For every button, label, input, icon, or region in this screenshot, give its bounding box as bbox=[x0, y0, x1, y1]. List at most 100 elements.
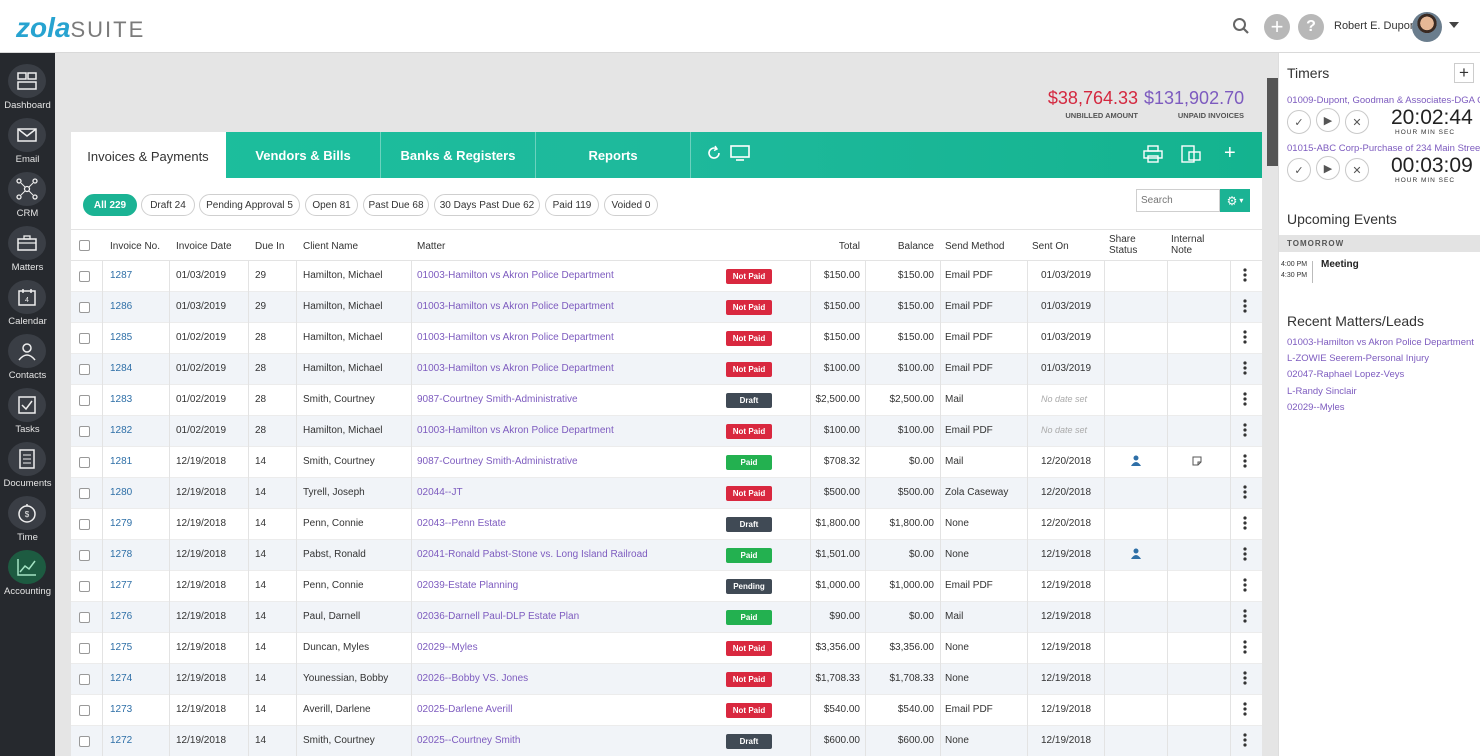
table-row[interactable]: 1285 01/02/2019 28 Hamilton, Michael 01003-H… bbox=[71, 323, 1262, 354]
matter-link[interactable]: 9087-Courtney Smith-Administrative bbox=[417, 394, 578, 405]
matter-link[interactable]: 02043--Penn Estate bbox=[417, 518, 506, 529]
invoice-number-link[interactable]: 1276 bbox=[110, 611, 132, 622]
invoice-number-link[interactable]: 1278 bbox=[110, 549, 132, 560]
matter-link[interactable]: 02041-Ronald Pabst-Stone vs. Long Island… bbox=[417, 549, 648, 560]
more-options-icon[interactable] bbox=[1243, 361, 1247, 375]
filter-pending-approval[interactable]: Pending Approval 5 bbox=[199, 194, 300, 216]
row-checkbox[interactable] bbox=[79, 271, 90, 282]
event-title[interactable]: Meeting bbox=[1321, 259, 1359, 270]
row-checkbox[interactable] bbox=[79, 426, 90, 437]
table-row[interactable]: 1273 12/19/2018 14 Averill, Darlene 02025-Da… bbox=[71, 695, 1262, 726]
note-icon[interactable] bbox=[1192, 456, 1202, 469]
table-row[interactable]: 1283 01/02/2019 28 Smith, Courtney 9087-Cour… bbox=[71, 385, 1262, 416]
table-row[interactable]: 1272 12/19/2018 14 Smith, Courtney 02025--Co… bbox=[71, 726, 1262, 756]
more-options-icon[interactable] bbox=[1243, 516, 1247, 530]
table-row[interactable]: 1276 12/19/2018 14 Paul, Darnell 02036-Darne… bbox=[71, 602, 1262, 633]
refresh-icon[interactable] bbox=[706, 145, 722, 165]
matter-link[interactable]: 01003-Hamilton vs Akron Police Departmen… bbox=[417, 363, 614, 374]
invoice-number-link[interactable]: 1274 bbox=[110, 673, 132, 684]
search-input[interactable] bbox=[1136, 189, 1220, 212]
sidebar-item-time[interactable]: $ Time bbox=[0, 490, 55, 544]
row-checkbox[interactable] bbox=[79, 395, 90, 406]
more-options-icon[interactable] bbox=[1243, 423, 1247, 437]
table-row[interactable]: 1287 01/03/2019 29 Hamilton, Michael 01003-H… bbox=[71, 261, 1262, 292]
search-icon[interactable] bbox=[1228, 13, 1254, 39]
help-icon[interactable]: ? bbox=[1298, 14, 1324, 40]
recent-matter-link[interactable]: 02029--Myles bbox=[1287, 402, 1345, 413]
sidebar-item-documents[interactable]: Documents bbox=[0, 436, 55, 490]
more-options-icon[interactable] bbox=[1243, 702, 1247, 716]
column-header-share-status[interactable]: Share Status bbox=[1109, 234, 1145, 256]
add-icon[interactable]: + bbox=[1264, 14, 1290, 40]
invoice-number-link[interactable]: 1284 bbox=[110, 363, 132, 374]
column-header-total[interactable]: Total bbox=[810, 241, 860, 252]
play-icon[interactable]: ▶ bbox=[1316, 108, 1340, 132]
column-header-due-in[interactable]: Due In bbox=[255, 241, 284, 252]
more-options-icon[interactable] bbox=[1243, 268, 1247, 282]
column-header-invoice-no[interactable]: Invoice No. bbox=[110, 241, 160, 252]
more-options-icon[interactable] bbox=[1243, 454, 1247, 468]
more-options-icon[interactable] bbox=[1243, 299, 1247, 313]
more-options-icon[interactable] bbox=[1243, 547, 1247, 561]
invoice-number-link[interactable]: 1285 bbox=[110, 332, 132, 343]
more-options-icon[interactable] bbox=[1243, 640, 1247, 654]
matter-link[interactable]: 02025--Courtney Smith bbox=[417, 735, 520, 746]
more-options-icon[interactable] bbox=[1243, 330, 1247, 344]
row-checkbox[interactable] bbox=[79, 364, 90, 375]
matter-link[interactable]: 02029--Myles bbox=[417, 642, 478, 653]
column-header-matter[interactable]: Matter bbox=[417, 241, 445, 252]
sidebar-item-contacts[interactable]: Contacts bbox=[0, 328, 55, 382]
invoice-number-link[interactable]: 1280 bbox=[110, 487, 132, 498]
column-header-invoice-date[interactable]: Invoice Date bbox=[176, 241, 232, 252]
matter-link[interactable]: 02044--JT bbox=[417, 487, 463, 498]
recent-matter-link[interactable]: 02047-Raphael Lopez-Veys bbox=[1287, 369, 1404, 380]
sidebar-item-calendar[interactable]: 4 Calendar bbox=[0, 274, 55, 328]
close-icon[interactable]: ✕ bbox=[1345, 110, 1369, 134]
matter-link[interactable]: 02036-Darnell Paul-DLP Estate Plan bbox=[417, 611, 579, 622]
filter-voided[interactable]: Voided 0 bbox=[604, 194, 658, 216]
table-row[interactable]: 1280 12/19/2018 14 Tyrell, Joseph 02044--JT N… bbox=[71, 478, 1262, 509]
check-icon[interactable]: ✓ bbox=[1287, 158, 1311, 182]
invoice-number-link[interactable]: 1275 bbox=[110, 642, 132, 653]
table-row[interactable]: 1278 12/19/2018 14 Pabst, Ronald 02041-Ronal… bbox=[71, 540, 1262, 571]
more-options-icon[interactable] bbox=[1243, 733, 1247, 747]
more-options-icon[interactable] bbox=[1243, 392, 1247, 406]
row-checkbox[interactable] bbox=[79, 519, 90, 530]
table-row[interactable]: 1275 12/19/2018 14 Duncan, Myles 02029--Myle… bbox=[71, 633, 1262, 664]
check-icon[interactable]: ✓ bbox=[1287, 110, 1311, 134]
sidebar-item-email[interactable]: Email bbox=[0, 112, 55, 166]
column-header-client-name[interactable]: Client Name bbox=[303, 241, 358, 252]
more-options-icon[interactable] bbox=[1243, 485, 1247, 499]
column-header-internal-note[interactable]: Internal Note bbox=[1171, 234, 1211, 256]
recent-matter-link[interactable]: L-ZOWIE Seerem-Personal Injury bbox=[1287, 353, 1429, 364]
chevron-down-icon[interactable] bbox=[1449, 22, 1459, 28]
more-options-icon[interactable] bbox=[1243, 609, 1247, 623]
user-name[interactable]: Robert E. Dupont bbox=[1334, 20, 1419, 32]
close-icon[interactable]: ✕ bbox=[1345, 158, 1369, 182]
more-options-icon[interactable] bbox=[1243, 578, 1247, 592]
invoice-number-link[interactable]: 1282 bbox=[110, 425, 132, 436]
print-icon[interactable] bbox=[1143, 145, 1163, 167]
matter-link[interactable]: 02026--Bobby VS. Jones bbox=[417, 673, 528, 684]
row-checkbox[interactable] bbox=[79, 550, 90, 561]
column-header-sent-on[interactable]: Sent On bbox=[1032, 241, 1069, 252]
sidebar-item-tasks[interactable]: Tasks bbox=[0, 382, 55, 436]
row-checkbox[interactable] bbox=[79, 488, 90, 499]
row-checkbox[interactable] bbox=[79, 581, 90, 592]
more-options-icon[interactable] bbox=[1243, 671, 1247, 685]
tab-vendors-bills[interactable]: Vendors & Bills bbox=[226, 132, 381, 178]
share-person-icon[interactable] bbox=[1131, 455, 1141, 469]
invoice-number-link[interactable]: 1279 bbox=[110, 518, 132, 529]
row-checkbox[interactable] bbox=[79, 333, 90, 344]
share-person-icon[interactable] bbox=[1131, 548, 1141, 562]
matter-link[interactable]: 01003-Hamilton vs Akron Police Departmen… bbox=[417, 425, 614, 436]
play-icon[interactable]: ▶ bbox=[1316, 156, 1340, 180]
row-checkbox[interactable] bbox=[79, 736, 90, 747]
row-checkbox[interactable] bbox=[79, 705, 90, 716]
filter-past-due[interactable]: Past Due 68 bbox=[363, 194, 429, 216]
add-icon[interactable]: + bbox=[1224, 142, 1236, 165]
row-checkbox[interactable] bbox=[79, 612, 90, 623]
matter-link[interactable]: 02025-Darlene Averill bbox=[417, 704, 512, 715]
matter-link[interactable]: 01003-Hamilton vs Akron Police Departmen… bbox=[417, 332, 614, 343]
tab-banks-registers[interactable]: Banks & Registers bbox=[381, 132, 536, 178]
